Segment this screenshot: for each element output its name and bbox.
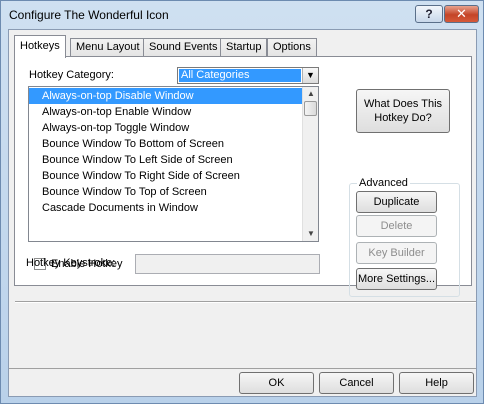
tab-startup[interactable]: Startup — [220, 38, 268, 57]
list-item[interactable]: Always-on-top Enable Window — [29, 104, 303, 120]
list-item[interactable]: Bounce Window To Right Side of Screen — [29, 168, 303, 184]
hotkey-category-label: Hotkey Category: — [29, 69, 114, 81]
hotkey-list[interactable]: Always-on-top Disable Window Always-on-t… — [28, 86, 319, 242]
duplicate-button[interactable]: Duplicate — [356, 191, 437, 213]
hotkey-list-items: Always-on-top Disable Window Always-on-t… — [29, 88, 303, 216]
list-item[interactable]: Bounce Window To Left Side of Screen — [29, 152, 303, 168]
chevron-down-icon[interactable]: ▼ — [302, 68, 318, 83]
list-item[interactable]: Always-on-top Disable Window — [29, 88, 303, 104]
help-question-button[interactable]: ? — [415, 5, 443, 23]
window-title: Configure The Wonderful Icon — [9, 8, 169, 22]
list-item[interactable]: Cascade Documents in Window — [29, 200, 303, 216]
key-builder-button[interactable]: Key Builder — [356, 242, 437, 264]
dialog-window: Configure The Wonderful Icon ? ✕ Hotkeys… — [0, 0, 484, 404]
list-item[interactable]: Bounce Window To Bottom of Screen — [29, 136, 303, 152]
tab-menu-layout[interactable]: Menu Layout — [70, 38, 146, 57]
scroll-thumb[interactable] — [304, 101, 317, 116]
delete-button[interactable]: Delete — [356, 215, 437, 237]
hotkey-category-value: All Categories — [179, 69, 301, 82]
ok-button[interactable]: OK — [239, 372, 314, 394]
scroll-down-icon[interactable]: ▼ — [303, 227, 318, 241]
list-item[interactable]: Bounce Window To Top of Screen — [29, 184, 303, 200]
close-button[interactable]: ✕ — [444, 5, 479, 23]
advanced-caption: Advanced — [357, 177, 410, 189]
help-button[interactable]: Help — [399, 372, 474, 394]
hotkeys-panel: Hotkey Category: All Categories ▼ Always… — [14, 56, 476, 303]
list-scrollbar[interactable]: ▲ ▼ — [302, 87, 318, 241]
what-does-this-hotkey-do-button[interactable]: What Does This Hotkey Do? — [356, 89, 450, 133]
tab-hotkeys[interactable]: Hotkeys — [14, 35, 66, 58]
panel-divider — [15, 301, 476, 303]
scroll-up-icon[interactable]: ▲ — [303, 87, 318, 101]
hotkey-keystroke-label: Hotkey Keystroke: — [26, 257, 116, 269]
more-settings-button[interactable]: More Settings... — [356, 268, 437, 290]
tab-options[interactable]: Options — [267, 38, 317, 57]
hotkey-keystroke-field[interactable] — [135, 254, 320, 274]
dialog-client-area: Hotkeys Menu Layout Sound Events Startup… — [8, 29, 477, 397]
hotkey-category-select[interactable]: All Categories ▼ — [177, 67, 319, 84]
cancel-button[interactable]: Cancel — [319, 372, 394, 394]
title-bar[interactable]: Configure The Wonderful Icon ? ✕ — [1, 1, 483, 29]
tab-sound-events[interactable]: Sound Events — [143, 38, 224, 57]
list-item[interactable]: Always-on-top Toggle Window — [29, 120, 303, 136]
